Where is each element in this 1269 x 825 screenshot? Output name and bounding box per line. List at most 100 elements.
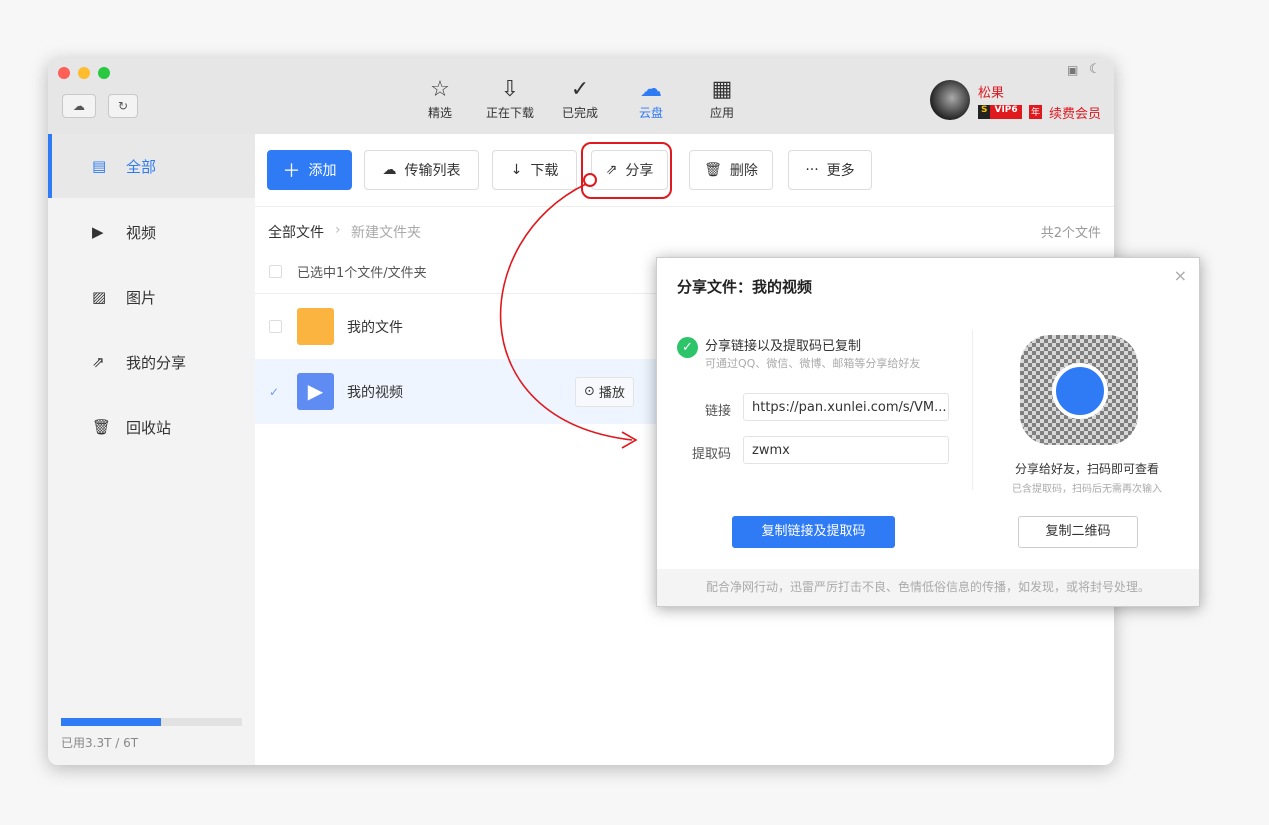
play-button[interactable]: ⊙ 播放 xyxy=(575,376,634,407)
file-count: 共2个文件 xyxy=(1040,226,1101,241)
sidebar-item-label: 回收站 xyxy=(126,418,172,437)
qr-title: 分享给好友，扫码即可查看 xyxy=(1014,462,1159,476)
file-name[interactable]: 我的文件 xyxy=(347,317,403,337)
moon-icon[interactable]: ☾ xyxy=(1089,62,1101,77)
add-button[interactable]: ＋ 添加 xyxy=(267,150,352,190)
video-icon: ▶ xyxy=(92,223,104,241)
copy-link-button[interactable]: 复制链接及提取码 xyxy=(732,516,895,548)
cloud-icon: ☁ xyxy=(640,77,662,102)
vip-level: VIP6 xyxy=(990,105,1022,119)
refresh-icon[interactable]: ↻ xyxy=(108,94,138,118)
download-button[interactable]: ↓ 下载 xyxy=(492,150,577,190)
nav-featured[interactable]: ☆ 精选 xyxy=(408,76,472,121)
minimize-window-button[interactable] xyxy=(78,67,90,79)
nav-label: 应用 xyxy=(709,106,734,120)
delete-button[interactable]: 🗑 删除 xyxy=(689,150,773,190)
nav-label: 正在下载 xyxy=(485,106,534,120)
trash-icon: 🗑 xyxy=(704,162,722,178)
success-message: 分享链接以及提取码已复制 xyxy=(705,339,862,354)
select-all-checkbox[interactable] xyxy=(269,264,282,278)
maximize-window-button[interactable] xyxy=(98,67,110,79)
nav-downloading[interactable]: ⇩ 正在下载 xyxy=(478,76,542,121)
button-label: 删除 xyxy=(729,163,758,179)
nav-label: 云盘 xyxy=(638,106,663,120)
video-file-icon: ▶ xyxy=(297,373,334,410)
breadcrumb-root[interactable]: 全部文件 xyxy=(268,222,324,242)
code-label: 提取码 xyxy=(691,447,731,462)
button-label: 下载 xyxy=(530,163,559,179)
download-icon: ⇩ xyxy=(500,77,520,102)
button-label: 复制链接及提取码 xyxy=(761,524,866,539)
button-label: 播放 xyxy=(598,386,625,401)
footer-notice: 配合净网行动，迅雷严厉打击不良、色情低俗信息的传播，如发现，或将封号处理。 xyxy=(705,580,1150,594)
username[interactable]: 松果 xyxy=(978,82,1004,101)
title-bar: ☁ ↻ ☆ 精选 ⇩ 正在下载 ✓ 已完成 ☁ 云盘 ▦ 应用 松果 S VIP6 年 续费… xyxy=(48,58,1114,134)
success-check-icon: ✓ xyxy=(677,337,698,358)
transfer-list-button[interactable]: ☁ 传输列表 xyxy=(364,150,479,190)
nav-apps[interactable]: ▦ 应用 xyxy=(690,76,754,121)
nav-completed[interactable]: ✓ 已完成 xyxy=(548,76,612,121)
vip-badge: S VIP6 xyxy=(978,105,1022,119)
button-label: 传输列表 xyxy=(404,163,461,179)
file-name[interactable]: 我的视频 xyxy=(347,382,403,402)
check-circle-icon: ✓ xyxy=(570,77,590,102)
share-icon: ⇗ xyxy=(92,353,105,371)
close-icon[interactable]: × xyxy=(1174,266,1187,285)
star-icon: ☆ xyxy=(430,77,450,102)
avatar[interactable] xyxy=(930,80,970,120)
close-window-button[interactable] xyxy=(58,67,70,79)
qr-logo-icon xyxy=(1052,363,1108,419)
calendar-icon[interactable]: ▣ xyxy=(1067,63,1078,77)
storage-text: 已用3.3T / 6T xyxy=(61,736,139,750)
checked-icon[interactable]: ✓ xyxy=(269,385,279,399)
sidebar-item-label: 图片 xyxy=(126,288,157,307)
selection-status: 已选中1个文件/文件夹 xyxy=(297,265,427,281)
storage-bar xyxy=(61,718,242,726)
breadcrumb-separator: › xyxy=(335,222,341,238)
sidebar: ▤ 全部 ▶ 视频 ▨ 图片 ⇗ 我的分享 🗑 回收站 已用3.3T / 6T xyxy=(48,134,255,765)
sidebar-item-my-shares[interactable]: ⇗ 我的分享 xyxy=(48,330,255,394)
dialog-footer: 配合净网行动，迅雷严厉打击不良、色情低俗信息的传播，如发现，或将封号处理。 xyxy=(657,569,1199,606)
success-hint: 可通过QQ、微信、微博、邮箱等分享给好友 xyxy=(705,357,921,370)
play-icon: ⊙ xyxy=(584,384,595,399)
plus-icon: ＋ xyxy=(282,161,301,182)
more-button[interactable]: ··· 更多 xyxy=(788,150,872,190)
nav-label: 已完成 xyxy=(561,106,598,120)
qr-hint: 已含提取码，扫码后无需再次输入 xyxy=(1012,484,1162,495)
share-icon: ⇗ xyxy=(605,162,618,178)
row-checkbox[interactable] xyxy=(269,320,282,333)
renew-link[interactable]: 续费会员 xyxy=(1049,103,1101,122)
apps-icon: ▦ xyxy=(711,77,733,102)
nav-cloud[interactable]: ☁ 云盘 xyxy=(619,76,683,121)
more-icon: ··· xyxy=(805,162,819,178)
download-icon: ↓ xyxy=(510,162,523,178)
folder-icon xyxy=(297,308,334,345)
link-label: 链接 xyxy=(704,404,731,419)
sidebar-item-all[interactable]: ▤ 全部 xyxy=(48,134,255,198)
list-icon: ▤ xyxy=(92,157,107,175)
sidebar-item-images[interactable]: ▨ 图片 xyxy=(48,265,255,329)
dialog-title: 分享文件：我的视频 xyxy=(677,278,813,296)
trash-icon: 🗑 xyxy=(92,418,112,436)
share-button[interactable]: ⇗ 分享 xyxy=(591,150,668,190)
sidebar-item-label: 我的分享 xyxy=(126,353,187,372)
image-icon: ▨ xyxy=(92,288,107,306)
share-dialog: 分享文件：我的视频 × ✓ 分享链接以及提取码已复制 可通过QQ、微信、微博、邮… xyxy=(656,257,1200,607)
divider xyxy=(255,206,1114,207)
cloud-icon: ☁ xyxy=(382,162,397,178)
year-badge: 年 xyxy=(1029,105,1043,119)
link-field[interactable]: https://pan.xunlei.com/s/VM... xyxy=(743,393,949,421)
cloud-add-icon[interactable]: ☁ xyxy=(62,94,96,118)
button-label: 添加 xyxy=(308,163,337,179)
code-field[interactable]: zwmx xyxy=(743,436,949,464)
sidebar-item-label: 全部 xyxy=(126,157,157,176)
button-label: 复制二维码 xyxy=(1045,524,1111,539)
nav-label: 精选 xyxy=(427,106,452,120)
sidebar-item-video[interactable]: ▶ 视频 xyxy=(48,200,255,264)
breadcrumb-current: 新建文件夹 xyxy=(351,225,421,241)
sidebar-item-label: 视频 xyxy=(126,223,157,242)
button-label: 更多 xyxy=(826,163,855,179)
copy-qr-button[interactable]: 复制二维码 xyxy=(1018,516,1138,548)
sidebar-item-trash[interactable]: 🗑 回收站 xyxy=(48,395,255,459)
button-label: 分享 xyxy=(625,163,654,179)
